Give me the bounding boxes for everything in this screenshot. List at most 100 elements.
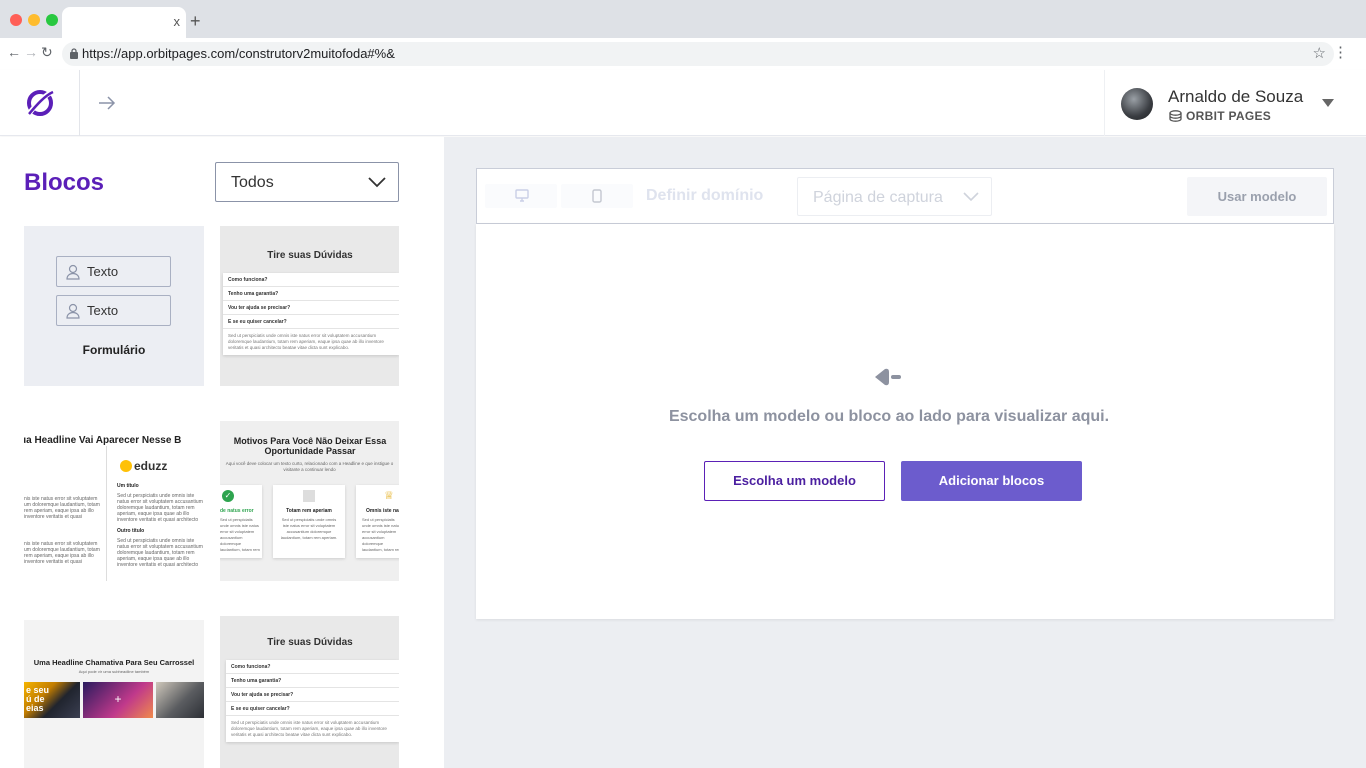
carousel-image: e seu ú de eias: [24, 682, 80, 718]
back-icon[interactable]: ←: [7, 44, 21, 60]
carousel-image: [156, 682, 204, 718]
app-header: Arnaldo de Souza ORBIT PAGES: [0, 70, 1366, 136]
caret-down-icon[interactable]: [1322, 98, 1334, 108]
block-card-faq[interactable]: Tire suas Dúvidas Como funciona? Tenho u…: [220, 616, 399, 768]
eduzz-logo: eduzz: [120, 459, 167, 473]
user-name: Arnaldo de Souza: [1168, 87, 1304, 106]
pointer-hand-icon: [875, 368, 901, 386]
forward-icon[interactable]: →: [24, 44, 38, 60]
avatar: [1121, 88, 1153, 120]
form-field-preview: Texto: [56, 295, 171, 326]
orbit-logo-icon[interactable]: [24, 87, 56, 119]
lock-icon: [70, 48, 78, 59]
url-text: https://app.orbitpages.com/construtorv2m…: [82, 46, 395, 61]
header-divider: [79, 70, 80, 136]
browser-tab-bar: x +: [0, 0, 1366, 38]
person-icon: [303, 490, 315, 502]
benefit-card: ✓ de natus error Sed ut perspiciatis und…: [220, 485, 262, 558]
chevron-down-icon: [963, 192, 979, 202]
close-window-dot[interactable]: [10, 14, 22, 26]
maximize-window-dot[interactable]: [46, 14, 58, 26]
headline-body: Sed ut perspiciatis unde omnis iste natu…: [117, 493, 203, 523]
block-label: Formulário: [82, 343, 146, 357]
faq-question: Tenho uma garantia?: [226, 674, 399, 688]
faq-question: E se eu quiser cancelar?: [226, 702, 399, 716]
faq-list: Como funciona? Tenho uma garantia? Vou t…: [226, 660, 399, 742]
reload-icon[interactable]: ↻: [41, 44, 53, 61]
empty-state-message: Escolha um modelo ou bloco ao lado para …: [668, 408, 1110, 425]
benefit-title: Omnis iste na: [366, 508, 399, 514]
headline-divider: [106, 446, 107, 581]
benefit-body: Sed ut perspiciatis unde omnis iste natu…: [220, 517, 260, 552]
url-field[interactable]: https://app.orbitpages.com/construtorv2m…: [62, 42, 1334, 66]
block-filter-select[interactable]: Todos: [215, 162, 399, 202]
eduzz-icon: [120, 460, 132, 472]
minimize-window-dot[interactable]: [28, 14, 40, 26]
block-card-carousel[interactable]: Uma Headline Chamativa Para Seu Carrosse…: [24, 620, 204, 768]
preview-canvas: Escolha um modelo ou bloco ao lado para …: [476, 224, 1334, 619]
mobile-view-button[interactable]: [561, 184, 633, 208]
desktop-icon: [515, 189, 529, 202]
blocks-sidebar: Blocos Todos Texto Texto Formulário Tire…: [0, 137, 444, 768]
faq-title: Tire suas Dúvidas: [267, 250, 353, 261]
faq-question: Vou ter ajuda se precisar?: [223, 301, 399, 315]
org-name: ORBIT PAGES: [1169, 109, 1271, 123]
benefit-body: Sed ut perspiciatis unde omnis iste natu…: [280, 517, 338, 540]
headline-left-text: nis iste natus error sit voluptatem um d…: [24, 496, 100, 520]
filter-value: Todos: [231, 174, 274, 191]
carousel-image-text: e seu ú de eias: [26, 685, 50, 713]
tab-close-icon[interactable]: x: [174, 14, 181, 29]
database-icon: [1169, 110, 1182, 122]
add-slide-icon: +: [114, 692, 122, 706]
preview-area: Definir domínio Página de captura Usar m…: [444, 137, 1366, 768]
chevron-down-icon: [368, 177, 386, 188]
faq-answer: Sed ut perspiciatis unde omnis iste natu…: [228, 333, 384, 350]
crown-icon: ♕: [384, 490, 394, 502]
use-model-button[interactable]: Usar modelo: [1187, 177, 1327, 216]
block-card-motivos[interactable]: Motivos Para Você Não Deixar Essa Oportu…: [220, 421, 399, 581]
page-type-value: Página de captura: [813, 189, 943, 206]
user-icon: [66, 303, 80, 319]
define-domain-link[interactable]: Definir domínio: [646, 187, 763, 205]
benefit-title: de natus error: [220, 508, 254, 514]
new-tab-button[interactable]: +: [190, 11, 201, 32]
headline-left-text: nis iste natus error sit voluptatem um d…: [24, 541, 100, 565]
address-bar: ← → ↻ https://app.orbitpages.com/constru…: [0, 38, 1366, 70]
desktop-view-button[interactable]: [485, 184, 557, 208]
faq-question: Vou ter ajuda se precisar?: [226, 688, 399, 702]
block-card-headline[interactable]: ua Headline Vai Aparecer Nesse B eduzz U…: [24, 421, 204, 581]
faq-question: E se eu quiser cancelar?: [223, 315, 399, 329]
check-icon: ✓: [222, 490, 234, 502]
headline-title: ua Headline Vai Aparecer Nesse B: [24, 435, 182, 446]
user-menu[interactable]: Arnaldo de Souza ORBIT PAGES: [1104, 70, 1366, 136]
browser-tab[interactable]: x: [62, 7, 186, 38]
form-field-preview: Texto: [56, 256, 171, 287]
arrow-right-icon[interactable]: [97, 93, 117, 113]
faq-title: Tire suas Dúvidas: [267, 637, 353, 648]
block-card-form[interactable]: Texto Texto Formulário: [24, 226, 204, 386]
block-card-faq[interactable]: Tire suas Dúvidas Como funciona? Tenho u…: [220, 226, 399, 386]
benefit-card: Totam rem aperiam Sed ut perspiciatis un…: [273, 485, 345, 558]
mobile-icon: [592, 189, 602, 203]
sidebar-title: Blocos: [24, 169, 105, 196]
motivos-subtitle: Aqui você deve colocar um texto curto, r…: [225, 461, 394, 472]
motivos-title: Motivos Para Você Não Deixar Essa Oportu…: [233, 436, 387, 456]
headline-heading: Um título: [117, 483, 139, 489]
browser-menu-icon[interactable]: ⋮: [1333, 43, 1348, 61]
carousel-title: Uma Headline Chamativa Para Seu Carrosse…: [33, 658, 195, 667]
headline-heading: Outro título: [117, 528, 145, 534]
benefit-title: Totam rem aperiam: [286, 508, 332, 514]
benefit-card: ♕ Omnis iste na Sed ut perspiciatis unde…: [356, 485, 399, 558]
choose-model-button[interactable]: Escolha um modelo: [704, 461, 885, 501]
faq-list: Como funciona? Tenho uma garantia? Vou t…: [223, 273, 399, 355]
faq-answer: Sed ut perspiciatis unde omnis iste natu…: [231, 720, 387, 737]
carousel-image: +: [83, 682, 153, 718]
page-type-select[interactable]: Página de captura: [797, 177, 992, 216]
benefit-body: Sed ut perspiciatis unde omnis iste natu…: [362, 517, 399, 552]
add-blocks-button[interactable]: Adicionar blocos: [901, 461, 1082, 501]
faq-question: Como funciona?: [223, 273, 399, 287]
headline-body: Sed ut perspiciatis unde omnis iste natu…: [117, 538, 203, 568]
bookmark-star-icon[interactable]: ☆: [1313, 44, 1326, 62]
user-icon: [66, 264, 80, 280]
carousel-subtitle: Aqui pode vir uma subheadline também: [78, 669, 150, 674]
